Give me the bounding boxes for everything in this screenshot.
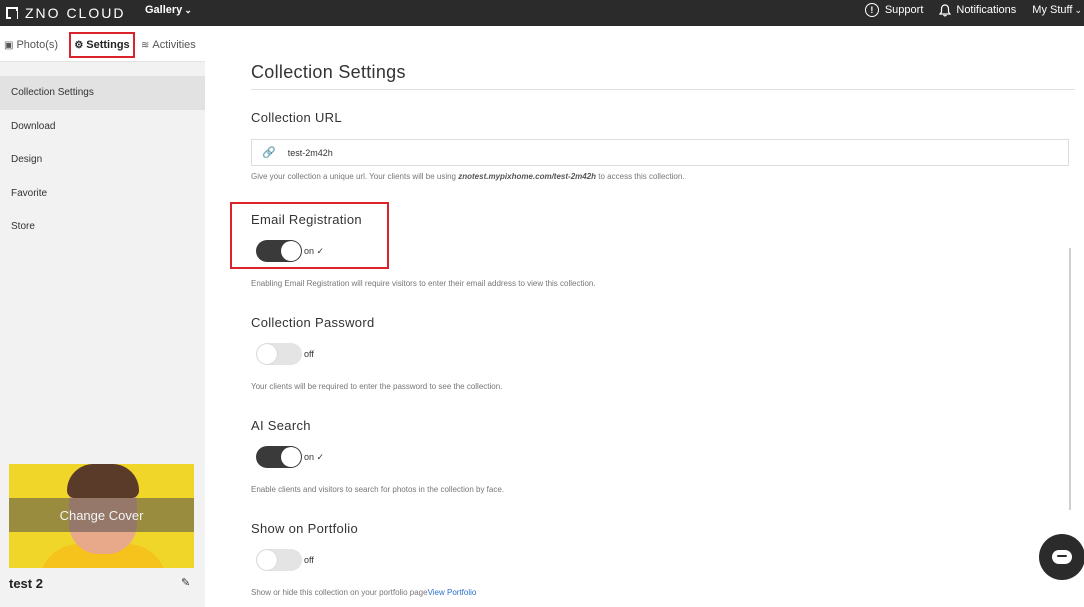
toggle-knob (281, 241, 301, 261)
sidebar-tabs: ▣ Photo(s) ⚙ Settings ≋ Activities (0, 26, 205, 62)
cover-image: Change Cover (9, 464, 194, 568)
link-icon: 🔗 (262, 147, 276, 159)
toggle-state-label: off (304, 555, 314, 565)
show-on-portfolio-toggle[interactable]: off (256, 549, 314, 571)
view-portfolio-link[interactable]: View Portfolio (428, 588, 477, 597)
change-cover-button[interactable]: Change Cover (9, 498, 194, 532)
toggle-switch[interactable] (256, 343, 302, 365)
gear-icon: ⚙ (74, 39, 84, 51)
tab-photos[interactable]: ▣ Photo(s) (4, 32, 58, 58)
sidebar-item-label: Store (11, 221, 35, 233)
toggle-switch[interactable] (256, 446, 302, 468)
email-registration-title: Email Registration (251, 212, 362, 227)
bell-icon (939, 3, 952, 16)
tab-settings-label: Settings (86, 39, 130, 51)
sidebar-item-favorite[interactable]: Favorite (0, 177, 205, 211)
collection-url-input[interactable]: 🔗 test-2m42h (251, 139, 1069, 166)
url-help-prefix: Give your collection a unique url. Your … (251, 172, 459, 181)
ai-search-toggle[interactable]: on ✓ (256, 446, 324, 468)
chat-icon (1052, 550, 1072, 564)
chevron-down-icon: ⌄ (1074, 4, 1082, 15)
email-registration-help: Enabling Email Registration will require… (251, 279, 596, 288)
rss-icon: ≋ (141, 39, 150, 51)
sidebar: ▣ Photo(s) ⚙ Settings ≋ Activities Colle… (0, 26, 205, 607)
toggle-state-label: off (304, 349, 314, 359)
collection-name: test 2 (9, 576, 43, 591)
collection-url-value: test-2m42h (287, 147, 333, 158)
toggle-switch[interactable] (256, 549, 302, 571)
cover-hair (67, 464, 139, 498)
sidebar-item-download[interactable]: Download (0, 110, 205, 144)
scrollbar[interactable] (1069, 248, 1071, 510)
collection-password-help: Your clients will be required to enter t… (251, 382, 503, 391)
pencil-icon[interactable]: ✎ (181, 576, 190, 589)
sidebar-item-store[interactable]: Store (0, 210, 205, 244)
support-link[interactable]: ! Support (864, 3, 924, 17)
gallery-menu-label: Gallery (145, 4, 183, 16)
brand-name: ZNO CLOUD (25, 5, 126, 21)
email-registration-toggle[interactable]: on ✓ (256, 240, 324, 262)
toggle-knob (281, 447, 301, 467)
brand-logo[interactable]: ZNO CLOUD (6, 3, 125, 23)
support-label: Support (884, 4, 924, 16)
collection-url-help: Give your collection a unique url. Your … (251, 172, 685, 181)
sidebar-item-label: Favorite (11, 187, 48, 199)
tab-activities[interactable]: ≋ Activities (141, 32, 196, 58)
url-help-suffix: to access this collection. (596, 172, 685, 181)
tab-photos-label: Photo(s) (16, 39, 59, 51)
ai-search-help: Enable clients and visitors to search fo… (251, 485, 505, 494)
toggle-switch[interactable] (256, 240, 302, 262)
notifications-label: Notifications (956, 4, 1017, 16)
portfolio-help-text: Show or hide this collection on your por… (251, 588, 428, 597)
toggle-knob (257, 344, 277, 364)
toggle-knob (257, 550, 277, 570)
my-stuff-menu[interactable]: My Stuff ⌄ (1032, 4, 1082, 16)
top-right-nav: ! Support Notifications My Stuff ⌄ (849, 3, 1082, 17)
show-on-portfolio-title: Show on Portfolio (251, 521, 358, 536)
ai-search-title: AI Search (251, 418, 311, 433)
top-bar: ZNO CLOUD Gallery ⌄ ! Support Notificatio… (0, 0, 1084, 26)
notifications-link[interactable]: Notifications (939, 3, 1017, 17)
sidebar-item-label: Collection Settings (11, 87, 94, 99)
toggle-state-label: on ✓ (304, 245, 325, 256)
chevron-down-icon: ⌄ (184, 5, 192, 15)
tab-settings[interactable]: ⚙ Settings (69, 32, 135, 58)
sidebar-item-label: Download (11, 120, 56, 132)
sidebar-item-collection-settings[interactable]: Collection Settings (0, 76, 205, 110)
collection-url-title: Collection URL (251, 110, 342, 125)
show-on-portfolio-help: Show or hide this collection on your por… (251, 588, 476, 597)
tab-activities-label: Activities (152, 39, 196, 51)
sidebar-menu: Collection Settings Download Design Favo… (0, 76, 205, 244)
info-circle-icon: ! (864, 3, 879, 17)
url-help-address: znotest.mypixhome.com/test-2m42h (458, 172, 597, 181)
image-icon: ▣ (4, 39, 14, 51)
my-stuff-label: My Stuff (1032, 4, 1073, 16)
gallery-menu[interactable]: Gallery ⌄ (145, 4, 192, 16)
sidebar-item-design[interactable]: Design (0, 143, 205, 177)
page-title: Collection Settings (251, 62, 406, 82)
chat-button[interactable] (1039, 534, 1084, 580)
zno-logo-icon (6, 7, 18, 19)
sidebar-item-label: Design (11, 154, 43, 166)
toggle-state-label: on ✓ (304, 451, 325, 462)
collection-password-title: Collection Password (251, 315, 375, 330)
collection-password-toggle[interactable]: off (256, 343, 314, 365)
title-divider (251, 89, 1075, 90)
main-content: Collection Settings Collection URL 🔗 tes… (205, 26, 1084, 607)
